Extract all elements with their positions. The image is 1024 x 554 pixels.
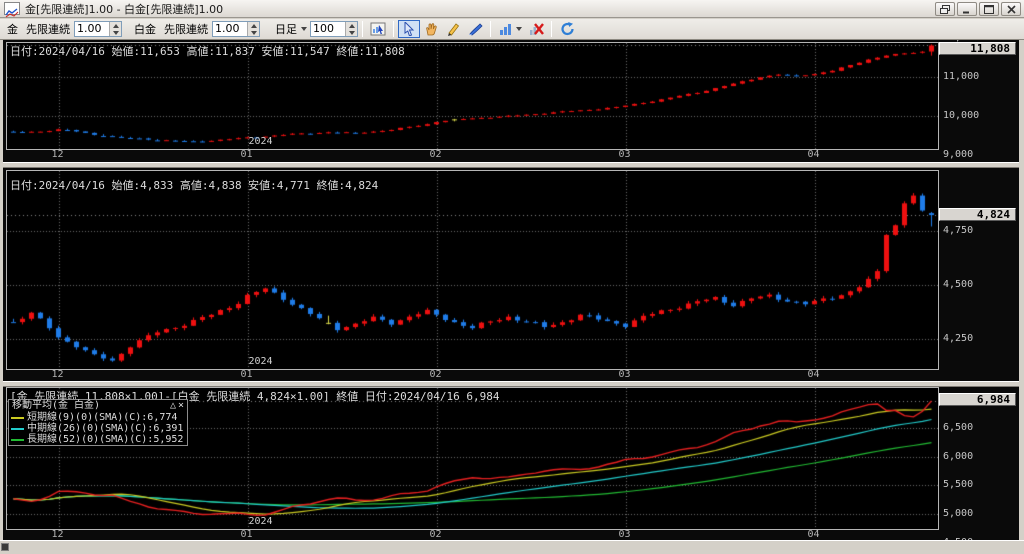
x-month-label: 02: [429, 529, 442, 540]
series2-label: 先限連続: [164, 23, 208, 36]
window-frame-left: [0, 40, 3, 540]
legend-row-mid-ma: 中期線(26)(0)(SMA)(C):6,391: [9, 423, 187, 434]
toolbar: 金 先限連続 1.00 白金 先限連続 1.00 日足 100: [0, 19, 1024, 56]
delete-chart-icon[interactable]: [525, 20, 547, 38]
panel-separator[interactable]: [0, 162, 1024, 168]
x-month-label: 02: [429, 369, 442, 380]
toolbar-separator: [551, 21, 552, 37]
year-label: 2024: [248, 356, 273, 367]
x-month-label: 02: [429, 149, 442, 160]
y-tick-label: 6,500: [943, 422, 974, 434]
y-tick-label: 4,250: [943, 332, 974, 344]
short-ma-swatch: [11, 416, 24, 419]
x-month-label: 01: [240, 149, 253, 160]
x-month-label: 12: [51, 369, 64, 380]
status-notch: [1, 543, 9, 551]
series1-label: 先限連続: [26, 23, 70, 36]
x-month-label: 04: [807, 149, 820, 160]
y-tick-label: 5,000: [943, 508, 974, 519]
mid-ma-swatch: [11, 427, 24, 430]
multiplier2-value[interactable]: 1.00: [213, 22, 247, 36]
x-month-label: 12: [51, 529, 64, 540]
x-month-label: 01: [240, 529, 253, 540]
x-month-label: 04: [807, 529, 820, 540]
last-price-box: 4,824: [939, 207, 1016, 221]
toolbar-separator: [490, 21, 491, 37]
legend-close-icon[interactable]: ×: [178, 400, 184, 411]
y-tick-label: 4,500: [943, 279, 974, 290]
multiplier2-spinner[interactable]: 1.00: [212, 21, 260, 37]
long-ma-swatch: [11, 438, 24, 441]
pencil-icon[interactable]: [442, 20, 464, 38]
multiplier1-value[interactable]: 1.00: [75, 22, 109, 36]
chevron-down-icon: [515, 27, 522, 31]
legend-row-short-ma: 短期線(9)(0)(SMA)(C):6,774: [9, 412, 187, 423]
period-label: 日足: [275, 23, 297, 36]
legend-row-long-ma: 長期線(52)(0)(SMA)(C):5,952: [9, 434, 187, 445]
x-month-label: 03: [618, 369, 631, 380]
window-frame-right: [1019, 40, 1024, 540]
y-tick-label: 6,000: [943, 450, 974, 462]
x-month-label: 04: [807, 369, 820, 380]
x-month-label: 03: [618, 149, 631, 160]
short-ma-label: 短期線(9)(0)(SMA)(C):6,774: [27, 412, 178, 423]
y-tick-label: 5,500: [943, 479, 974, 491]
y-tick-label: 4,750: [943, 225, 974, 237]
brush-icon[interactable]: [464, 20, 486, 38]
y-tick-label: 11,000: [943, 70, 980, 82]
bar-count-value[interactable]: 100: [311, 22, 345, 36]
multiplier2-spin-buttons[interactable]: [247, 22, 259, 36]
bar-chart-menu-icon[interactable]: [495, 20, 525, 38]
last-price-box: 11,808: [939, 42, 1016, 55]
title-bar[interactable]: 金[先限連続]1.00 - 白金[先限連続]1.00: [0, 0, 1024, 18]
charts-area: 日付:2024/04/16 始値:11,653 高値:11,837 安値:11,…: [0, 40, 1024, 540]
year-label: 2024: [248, 516, 273, 527]
x-month-label: 12: [51, 149, 64, 160]
y-tick-label: 4,500: [943, 537, 973, 541]
period-dropdown[interactable]: 日足: [272, 21, 310, 37]
moving-average-legend[interactable]: 移動平均(金 白金) △ × 短期線(9)(0)(SMA)(C):6,774 中期…: [8, 399, 188, 446]
close-button[interactable]: [1001, 2, 1021, 16]
legend-collapse-icon[interactable]: △: [170, 400, 176, 411]
x-month-label: 03: [618, 529, 631, 540]
pointer-icon[interactable]: [398, 20, 420, 38]
float-window-button[interactable]: [935, 2, 955, 16]
select-chart-icon[interactable]: [367, 20, 389, 38]
platinum-daily-canvas[interactable]: [6, 170, 939, 370]
instrument1-label: 金: [7, 23, 18, 36]
bar-count-spinner[interactable]: 100: [310, 21, 358, 37]
maximize-button[interactable]: [979, 2, 999, 16]
line-chart-icon: [4, 2, 20, 18]
multiplier1-spinner[interactable]: 1.00: [74, 21, 122, 37]
x-month-label: 01: [240, 369, 253, 380]
platinum-info-line: 日付:2024/04/16 始値:4,833 高値:4,838 安値:4,771…: [10, 179, 379, 192]
y-tick-label: 10,000: [943, 109, 980, 121]
chart-app-window: 金[先限連続]1.00 - 白金[先限連続]1.00 金 先限連続 1.00 白…: [0, 0, 1024, 554]
bar-count-spin-buttons[interactable]: [345, 22, 357, 36]
toolbar-separator: [393, 21, 394, 37]
instrument2-label: 白金: [134, 23, 156, 36]
refresh-icon[interactable]: [556, 20, 578, 38]
status-bar: [0, 540, 1024, 554]
panel-separator[interactable]: [0, 381, 1024, 387]
multiplier1-spin-buttons[interactable]: [109, 22, 121, 36]
minimize-button[interactable]: [957, 2, 977, 16]
mid-ma-label: 中期線(26)(0)(SMA)(C):6,391: [27, 423, 184, 434]
y-tick-label: 9,000: [943, 148, 974, 160]
long-ma-label: 長期線(52)(0)(SMA)(C):5,952: [27, 434, 184, 445]
last-price-box: 6,984: [939, 393, 1016, 407]
window-title: 金[先限連続]1.00 - 白金[先限連続]1.00: [25, 2, 224, 16]
pan-hand-icon[interactable]: [420, 20, 442, 38]
toolbar-separator: [362, 21, 363, 37]
legend-title: 移動平均(金 白金): [12, 400, 101, 411]
gold-info-line: 日付:2024/04/16 始値:11,653 高値:11,837 安値:11,…: [10, 45, 405, 58]
chevron-down-icon: [301, 27, 307, 31]
year-label: 2024: [248, 136, 273, 147]
